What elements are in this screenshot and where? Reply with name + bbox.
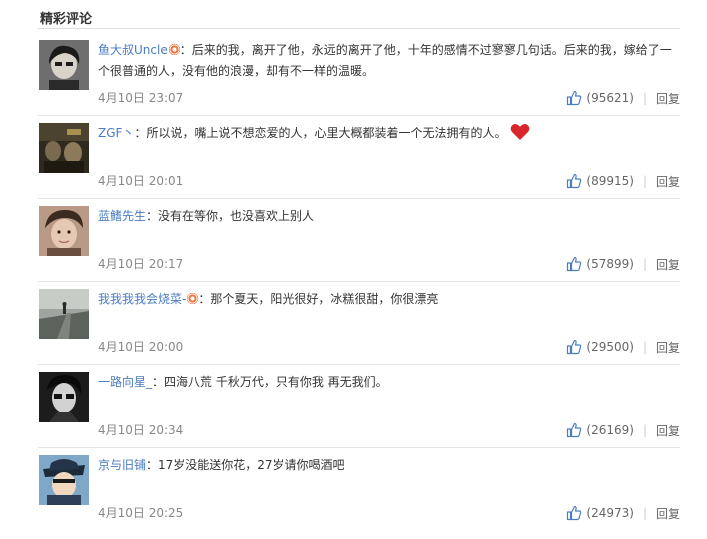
comment-text: ：那个夏天，阳光很好，冰糕很甜，你很漂亮 (198, 292, 439, 306)
comment-item: 京与旧铺：17岁没能送你花，27岁请你喝酒吧 4月10日 20:25 (2497… (38, 448, 680, 530)
comment-meta: 4月10日 20:34 (26169) | 回复 (98, 420, 680, 440)
username-link[interactable]: 京与旧铺 (98, 458, 146, 472)
reply-button[interactable]: 回复 (656, 90, 680, 107)
reply-button[interactable]: 回复 (656, 339, 680, 356)
comment-timestamp: 4月10日 20:17 (98, 257, 184, 271)
reply-button[interactable]: 回复 (656, 256, 680, 273)
comment-item: 我我我我会烧菜- ：那个夏天，阳光很好，冰糕很甜，你很漂亮 4月10日 20:00… (38, 282, 680, 365)
action-divider: | (642, 506, 647, 520)
reply-button[interactable]: 回复 (656, 505, 680, 522)
comment-body: 京与旧铺：17岁没能送你花，27岁请你喝酒吧 (98, 455, 680, 476)
action-divider: | (642, 340, 647, 354)
avatar[interactable] (39, 40, 89, 90)
thumbs-up-icon[interactable] (566, 90, 582, 106)
avatar[interactable] (39, 455, 89, 505)
comment-body: 蓝鳍先生：没有在等你，也没喜欢上别人 (98, 206, 680, 227)
comment-text: ：后来的我，离开了他，永远的离开了他，十年的感情不过寥寥几句话。后来的我，嫁给了… (98, 43, 672, 78)
thumbs-up-icon[interactable] (566, 256, 582, 272)
comment-timestamp: 4月10日 20:25 (98, 506, 184, 520)
comment-item: 鱼大叔Uncle ：后来的我，离开了他，永远的离开了他，十年的感情不过寥寥几句话。… (38, 33, 680, 116)
username-link[interactable]: ZGF丶 (98, 126, 134, 140)
comment-actions: (26169) | 回复 (566, 420, 680, 440)
comments-section-header: 精彩评论 (38, 6, 680, 29)
comment-meta: 4月10日 20:25 (24973) | 回复 (98, 503, 680, 523)
like-count[interactable]: (24973) (586, 506, 634, 520)
comment-meta: 4月10日 20:00 (29500) | 回复 (98, 337, 680, 357)
comment-actions: (29500) | 回复 (566, 337, 680, 357)
avatar[interactable] (39, 372, 89, 422)
comment-text: ：四海八荒 千秋万代，只有你我 再无我们。 (152, 375, 388, 389)
username-link[interactable]: 鱼大叔Uncle (98, 43, 168, 57)
avatar[interactable] (39, 289, 89, 339)
comment-text: ：所以说，嘴上说不想恋爱的人，心里大概都装着一个无法拥有的人。 (134, 126, 507, 140)
comment-body: 我我我我会烧菜- ：那个夏天，阳光很好，冰糕很甜，你很漂亮 (98, 289, 680, 310)
avatar[interactable] (39, 206, 89, 256)
comment-item: 一路向星_：四海八荒 千秋万代，只有你我 再无我们。 4月10日 20:34 (… (38, 365, 680, 448)
like-count[interactable]: (26169) (586, 423, 634, 437)
comment-timestamp: 4月10日 23:07 (98, 91, 184, 105)
section-title: 精彩评论 (40, 12, 93, 27)
avatar[interactable] (39, 123, 89, 173)
comment-timestamp: 4月10日 20:00 (98, 340, 184, 354)
username-link[interactable]: 我我我我会烧菜- (98, 292, 186, 306)
thumbs-up-icon[interactable] (566, 173, 582, 189)
like-count[interactable]: (95621) (586, 91, 634, 105)
vip-badge-icon (187, 293, 199, 304)
comment-body: ZGF丶：所以说，嘴上说不想恋爱的人，心里大概都装着一个无法拥有的人。 (98, 123, 680, 148)
comment-text: ：没有在等你，也没喜欢上别人 (146, 209, 315, 223)
action-divider: | (642, 257, 647, 271)
comment-meta: 4月10日 20:17 (57899) | 回复 (98, 254, 680, 274)
thumbs-up-icon[interactable] (566, 505, 582, 521)
comment-timestamp: 4月10日 20:34 (98, 423, 184, 437)
comment-item: ZGF丶：所以说，嘴上说不想恋爱的人，心里大概都装着一个无法拥有的人。 4月10… (38, 116, 680, 199)
action-divider: | (642, 423, 647, 437)
vip-badge-icon (168, 44, 180, 55)
comment-meta: 4月10日 23:07 (95621) | 回复 (98, 88, 680, 108)
like-count[interactable]: (57899) (586, 257, 634, 271)
username-link[interactable]: 蓝鳍先生 (98, 209, 146, 223)
comment-timestamp: 4月10日 20:01 (98, 174, 184, 188)
comment-body: 一路向星_：四海八荒 千秋万代，只有你我 再无我们。 (98, 372, 680, 393)
like-count[interactable]: (89915) (586, 174, 634, 188)
thumbs-up-icon[interactable] (566, 422, 582, 438)
comment-actions: (89915) | 回复 (566, 171, 680, 191)
comment-body: 鱼大叔Uncle ：后来的我，离开了他，永远的离开了他，十年的感情不过寥寥几句话。… (98, 40, 680, 82)
heart-emoji-icon (510, 123, 530, 148)
action-divider: | (642, 174, 647, 188)
reply-button[interactable]: 回复 (656, 173, 680, 190)
comment-actions: (57899) | 回复 (566, 254, 680, 274)
comment-text: ：17岁没能送你花，27岁请你喝酒吧 (146, 458, 345, 472)
reply-button[interactable]: 回复 (656, 422, 680, 439)
action-divider: | (642, 91, 647, 105)
like-count[interactable]: (29500) (586, 340, 634, 354)
username-link[interactable]: 一路向星_ (98, 375, 152, 389)
thumbs-up-icon[interactable] (566, 339, 582, 355)
comment-actions: (24973) | 回复 (566, 503, 680, 523)
comment-item: 蓝鳍先生：没有在等你，也没喜欢上别人 4月10日 20:17 (57899) |… (38, 199, 680, 282)
comment-actions: (95621) | 回复 (566, 88, 680, 108)
comment-meta: 4月10日 20:01 (89915) | 回复 (98, 171, 680, 191)
